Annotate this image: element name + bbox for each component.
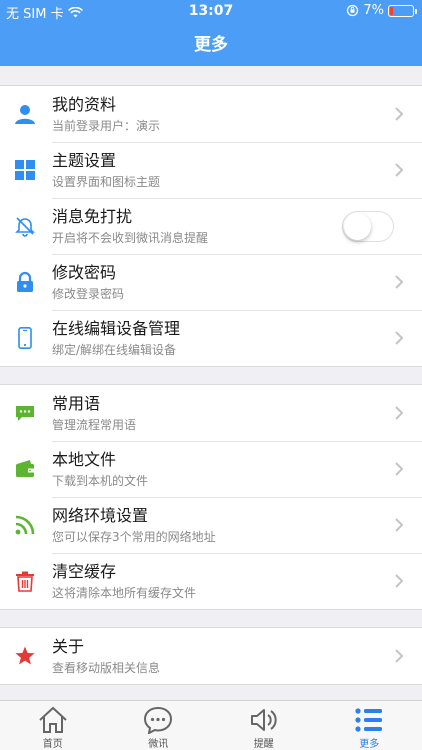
- phone-icon: [14, 327, 36, 349]
- page-title: 更多: [194, 35, 228, 55]
- chevron-right-icon: [395, 331, 404, 345]
- row-common-phrases[interactable]: 常用语 管理流程常用语: [0, 385, 422, 441]
- row-do-not-disturb: 消息免打扰 开启将不会收到微讯消息提醒: [0, 198, 422, 254]
- rss-icon: [14, 514, 36, 536]
- row-title: 本地文件: [52, 450, 117, 469]
- row-title: 我的资料: [52, 95, 117, 114]
- battery-icon: [388, 4, 417, 17]
- tab-label: 首页: [42, 739, 63, 750]
- row-online-edit-devices[interactable]: 在线编辑设备管理 绑定/解绑在线编辑设备: [0, 310, 422, 366]
- row-title: 在线编辑设备管理: [52, 319, 181, 338]
- star-icon: [14, 645, 36, 667]
- toggle-knob: [344, 213, 371, 240]
- row-subtitle: 当前登录用户：演示: [52, 119, 161, 133]
- chevron-right-icon: [395, 107, 404, 121]
- bell-off-icon: [14, 215, 36, 237]
- chevron-right-icon: [395, 518, 404, 532]
- trash-icon: [14, 570, 36, 592]
- row-change-password[interactable]: 修改密码 修改登录密码: [0, 254, 422, 310]
- grid-icon: [14, 159, 36, 181]
- row-title: 清空缓存: [52, 562, 117, 581]
- row-subtitle: 您可以保存3个常用的网络地址: [52, 530, 216, 544]
- home-icon: [37, 705, 69, 734]
- row-title: 主题设置: [52, 151, 117, 170]
- tab-bar: 首页 微讯 提醒 更多: [0, 700, 422, 750]
- row-network-settings[interactable]: 网络环境设置 您可以保存3个常用的网络地址: [0, 497, 422, 553]
- settings-group-about: 关于 查看移动版相关信息: [0, 627, 422, 685]
- lock-icon: [14, 271, 36, 293]
- tab-reminders[interactable]: 提醒: [211, 701, 317, 750]
- chevron-right-icon: [395, 163, 404, 177]
- row-subtitle: 开启将不会收到微讯消息提醒: [52, 231, 209, 245]
- status-bar: 无 SIM 卡 13:07 7%: [0, 0, 422, 22]
- row-subtitle: 设置界面和图标主题: [52, 175, 161, 189]
- row-subtitle: 绑定/解绑在线编辑设备: [52, 343, 177, 357]
- tab-label: 微讯: [148, 739, 169, 750]
- message-icon: [142, 705, 174, 734]
- do-not-disturb-toggle[interactable]: [342, 211, 394, 242]
- row-clear-cache[interactable]: 清空缓存 这将清除本地所有缓存文件: [0, 553, 422, 609]
- row-title: 消息免打扰: [52, 207, 133, 226]
- row-title: 常用语: [52, 394, 101, 413]
- chevron-right-icon: [395, 462, 404, 476]
- row-subtitle: 修改登录密码: [52, 287, 125, 301]
- row-title: 网络环境设置: [52, 506, 149, 525]
- row-subtitle: 查看移动版相关信息: [52, 661, 161, 675]
- row-my-profile[interactable]: 我的资料 当前登录用户：演示: [0, 86, 422, 142]
- battery-percent: 7%: [363, 3, 384, 18]
- tab-label: 更多: [359, 739, 380, 750]
- row-title: 关于: [52, 637, 85, 656]
- chat-icon: [14, 402, 36, 424]
- speaker-icon: [248, 705, 280, 734]
- row-title: 修改密码: [52, 263, 117, 282]
- tab-home[interactable]: 首页: [0, 701, 106, 750]
- chevron-right-icon: [395, 574, 404, 588]
- tab-more[interactable]: 更多: [317, 701, 422, 750]
- tab-messages[interactable]: 微讯: [106, 701, 212, 750]
- row-subtitle: 这将清除本地所有缓存文件: [52, 586, 197, 600]
- row-subtitle: 下载到本机的文件: [52, 474, 149, 488]
- chevron-right-icon: [395, 275, 404, 289]
- row-local-files[interactable]: 本地文件 下载到本机的文件: [0, 441, 422, 497]
- row-theme-settings[interactable]: 主题设置 设置界面和图标主题: [0, 142, 422, 198]
- list-icon: [353, 705, 385, 734]
- tab-label: 提醒: [253, 739, 274, 750]
- person-icon: [14, 103, 36, 125]
- chevron-right-icon: [395, 406, 404, 420]
- row-subtitle: 管理流程常用语: [52, 418, 137, 432]
- wallet-icon: [14, 458, 36, 480]
- row-about[interactable]: 关于 查看移动版相关信息: [0, 628, 422, 684]
- orientation-lock-icon: [347, 4, 359, 17]
- settings-group-tools: 常用语 管理流程常用语 本地文件 下载到本机的文件 网络环境设置 您可以保存3个…: [0, 384, 422, 610]
- header: 无 SIM 卡 13:07 7% 更多: [0, 0, 422, 66]
- settings-group-account: 我的资料 当前登录用户：演示 主题设置 设置界面和图标主题 消息免打扰 开启将不…: [0, 85, 422, 367]
- chevron-right-icon: [395, 649, 404, 663]
